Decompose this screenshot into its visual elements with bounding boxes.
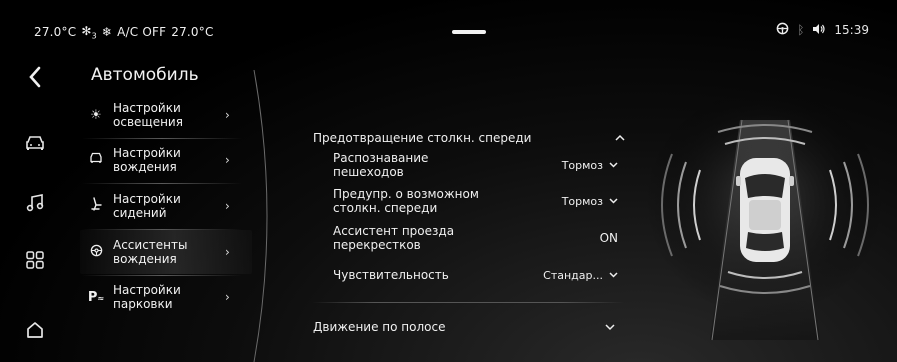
chevron-down-icon [605, 320, 615, 334]
setting-value: Тормоз [561, 158, 603, 172]
car-settings-screen: 27.0°C ✻3 ❄ A/C OFF 27.0°C ᛒ 15:39 Автом… [0, 0, 897, 362]
menu-label: Настройки парковки [113, 283, 181, 311]
status-bar: 27.0°C ✻3 ❄ A/C OFF 27.0°C ᛒ 15:39 [0, 0, 897, 52]
chevron-right-icon: › [225, 245, 230, 259]
setting-label: Распознавание пешеходов [333, 151, 429, 179]
menu-label: Настройки вождения [113, 146, 181, 174]
page-title: Автомобиль [91, 65, 199, 85]
apps-grid-icon[interactable] [22, 247, 48, 273]
chevron-right-icon: › [225, 199, 230, 213]
chevron-right-icon: › [225, 108, 230, 122]
chevron-right-icon: › [225, 290, 230, 304]
setting-forward-collision-warning[interactable]: Предупр. о возможном столкн. спереди Тор… [333, 183, 618, 219]
steering-wheel-icon [776, 22, 789, 38]
setting-pedestrian-detection[interactable]: Распознавание пешеходов Тормоз [333, 147, 618, 183]
chevron-down-icon [609, 196, 618, 207]
parking-icon: P≈ [87, 289, 105, 305]
nav-rail [0, 52, 76, 362]
chevron-right-icon: › [225, 153, 230, 167]
setting-label: Предупр. о возможном столкн. спереди [333, 187, 479, 215]
section-front-collision-header[interactable]: Предотвращение столкн. спереди [313, 131, 625, 145]
setting-value: Тормоз [561, 194, 603, 208]
bluetooth-icon: ᛒ [797, 23, 805, 37]
system-status: ᛒ 15:39 [776, 22, 869, 38]
setting-value-dropdown[interactable]: Стандар... [543, 269, 618, 282]
setting-label: Ассистент проезда перекрестков [333, 224, 455, 252]
music-icon[interactable] [22, 190, 48, 216]
menu-item-lighting[interactable]: ☀ Настройки освещения › [80, 93, 252, 137]
drag-handle[interactable] [452, 30, 486, 34]
car-radar-illustration [645, 100, 885, 341]
menu-label: Настройки освещения [113, 101, 183, 129]
chevron-up-icon [615, 131, 625, 145]
section-divider [312, 302, 624, 303]
setting-value[interactable]: ON [600, 231, 618, 245]
fan-icon: ✻3 [81, 24, 97, 41]
section-title: Движение по полосе [313, 320, 446, 334]
home-icon[interactable] [22, 317, 48, 343]
menu-label: Ассистенты вождения [113, 238, 188, 266]
car-icon[interactable] [22, 130, 48, 156]
menu-divider-arc [253, 70, 268, 362]
assist-icon [83, 244, 109, 261]
setting-value-dropdown[interactable]: Тормоз [562, 159, 618, 172]
menu-label: Настройки сидений [113, 192, 181, 220]
fan-level: 3 [91, 31, 97, 41]
setting-sensitivity[interactable]: Чувствительность Стандар... [333, 264, 618, 286]
menu-item-parking[interactable]: P≈ Настройки парковки › [80, 275, 252, 319]
light-icon: ☀ [90, 107, 102, 123]
menu-item-seats[interactable]: Настройки сидений › [80, 184, 252, 228]
chevron-down-icon [609, 270, 618, 281]
temp-right: 27.0°C [171, 25, 214, 40]
section-title: Предотвращение столкн. спереди [313, 131, 532, 145]
steering-icon [83, 152, 109, 168]
back-icon[interactable] [22, 64, 48, 90]
ac-status: A/C OFF [117, 25, 167, 40]
climate-status[interactable]: 27.0°C ✻3 ❄ A/C OFF 27.0°C [34, 24, 214, 40]
setting-value-dropdown[interactable]: Тормоз [562, 195, 618, 208]
section-lane-header[interactable]: Движение по полосе [313, 320, 615, 334]
setting-value: Стандар... [543, 268, 603, 282]
ac-icon: ❄ [101, 25, 113, 40]
menu-item-driver-assist[interactable]: Ассистенты вождения › [80, 230, 252, 274]
setting-label: Чувствительность [333, 268, 449, 282]
temp-left: 27.0°C [34, 25, 77, 40]
seat-icon [83, 197, 109, 215]
volume-icon [812, 23, 826, 38]
chevron-down-icon [609, 160, 618, 171]
menu-item-driving[interactable]: Настройки вождения › [80, 138, 252, 182]
clock: 15:39 [834, 23, 869, 37]
setting-cross-traffic-assist[interactable]: Ассистент проезда перекрестков ON [333, 220, 618, 256]
